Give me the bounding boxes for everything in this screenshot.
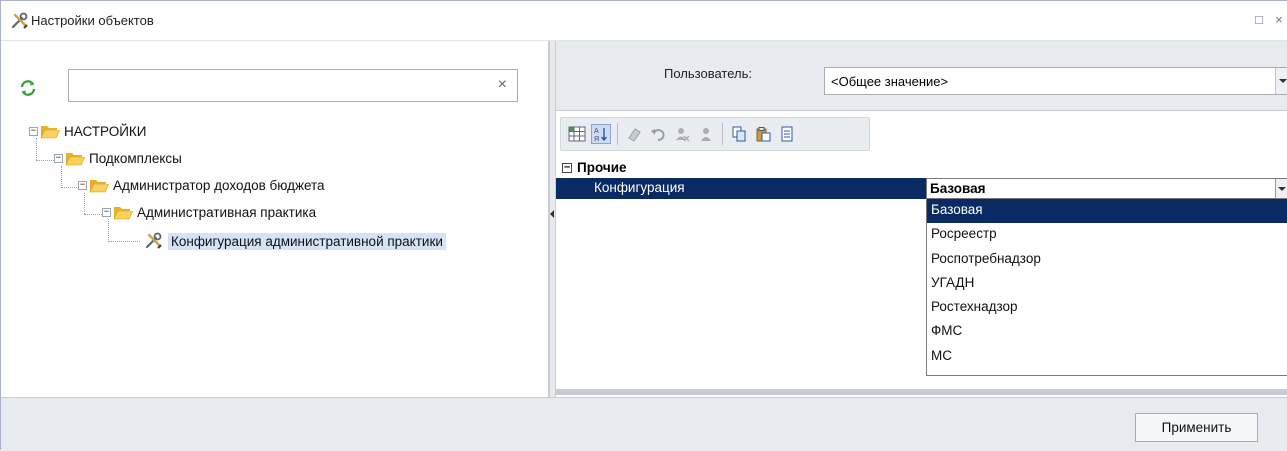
tree-node-admin-practice[interactable]: − Административная практика — [102, 202, 316, 222]
collapse-icon[interactable]: − — [78, 180, 87, 190]
collapse-icon[interactable]: − — [562, 162, 572, 173]
apply-button[interactable]: Применить — [1135, 413, 1258, 442]
paste-icon[interactable] — [753, 124, 773, 144]
panel-bottom-border — [556, 389, 1287, 395]
category-other[interactable]: − Прочие — [556, 157, 1287, 178]
svg-text:Я: Я — [594, 136, 599, 142]
tree-node-admin-practice-config[interactable]: Конфигурация административной практики — [144, 231, 446, 251]
dropdown-button[interactable] — [1275, 68, 1287, 94]
dropdown-option[interactable]: ФМС — [927, 320, 1287, 344]
copy-icon[interactable] — [729, 124, 749, 144]
tree-label: НАСТРОЙКИ — [64, 123, 147, 139]
collapse-icon[interactable]: − — [102, 207, 111, 217]
eraser-icon[interactable] — [624, 124, 644, 144]
dropdown-option[interactable]: Роспотребнадзор — [927, 248, 1287, 272]
refresh-icon[interactable] — [19, 79, 37, 97]
chevron-down-icon — [1279, 79, 1287, 83]
tree-node-subcomplexes[interactable]: − Подкомплексы — [54, 148, 182, 168]
object-tree-panel: × − НАСТРОЙКИ − Подкомплексы − Администр… — [1, 41, 549, 397]
user-icon[interactable] — [696, 124, 716, 144]
window-title: Настройки объектов — [31, 13, 154, 28]
property-toolbar: AЯ — [560, 117, 870, 151]
tree-label: Административная практика — [137, 204, 317, 220]
clear-search-icon[interactable]: × — [498, 76, 507, 94]
configuration-dropdown-list: Базовая Росреестр Роспотребнадзор УГАДН … — [926, 198, 1287, 376]
property-name: Конфигурация — [594, 180, 685, 195]
settings-window: Настройки объектов □ × × − НАСТРОЙКИ − П… — [0, 0, 1287, 451]
alphabetical-icon[interactable]: AЯ — [591, 124, 611, 144]
tools-icon — [11, 12, 28, 29]
chevron-down-icon — [1278, 187, 1286, 191]
folder-open-icon — [40, 125, 60, 138]
search-field[interactable]: × — [68, 69, 518, 102]
user-bar: Пользователь: <Общее значение> — [556, 41, 1287, 111]
user-select[interactable]: <Общее значение> — [824, 67, 1287, 95]
property-value: Базовая — [930, 181, 986, 196]
tree-label: Администратор доходов бюджета — [113, 177, 325, 193]
tree-label-selected: Конфигурация административной практики — [168, 232, 446, 250]
folder-open-icon — [113, 206, 133, 219]
restore-icon[interactable]: □ — [1249, 10, 1269, 30]
tree-node-budget-revenue-admin[interactable]: − Администратор доходов бюджета — [78, 175, 325, 195]
category-label: Прочие — [577, 160, 627, 175]
user-label: Пользователь: — [664, 66, 752, 81]
dropdown-option[interactable]: Росреестр — [927, 223, 1287, 247]
collapse-icon[interactable]: − — [54, 153, 63, 163]
search-input[interactable] — [69, 70, 479, 101]
tree-label: Подкомплексы — [89, 150, 182, 166]
dropdown-button[interactable] — [1275, 179, 1287, 198]
tools-icon — [145, 232, 162, 249]
tree-node-settings[interactable]: − НАСТРОЙКИ — [29, 121, 146, 141]
folder-open-icon — [65, 152, 85, 165]
folder-open-icon — [89, 179, 109, 192]
user-select-value: <Общее значение> — [831, 74, 949, 89]
close-icon[interactable]: × — [1269, 10, 1287, 30]
property-value-combo[interactable]: Базовая — [926, 178, 1287, 199]
panel-splitter[interactable] — [549, 41, 556, 397]
dropdown-option[interactable]: Ростехнадзор — [927, 296, 1287, 320]
collapse-arrow-icon[interactable] — [550, 210, 554, 218]
properties-icon[interactable] — [777, 124, 797, 144]
footer-bar: Применить — [1, 397, 1287, 451]
categorized-icon[interactable] — [567, 124, 587, 144]
toolbar-area: AЯ — [556, 111, 1287, 157]
remove-user-icon[interactable] — [672, 124, 692, 144]
title-bar: Настройки объектов □ × — [1, 1, 1287, 41]
dropdown-option[interactable]: МС — [927, 345, 1287, 369]
collapse-icon[interactable]: − — [29, 126, 38, 136]
dropdown-option[interactable]: УГАДН — [927, 272, 1287, 296]
property-row-configuration[interactable]: Конфигурация Базовая — [556, 178, 1287, 199]
dropdown-option[interactable]: Базовая — [927, 199, 1287, 224]
undo-icon[interactable] — [648, 124, 668, 144]
svg-text:A: A — [594, 128, 599, 135]
